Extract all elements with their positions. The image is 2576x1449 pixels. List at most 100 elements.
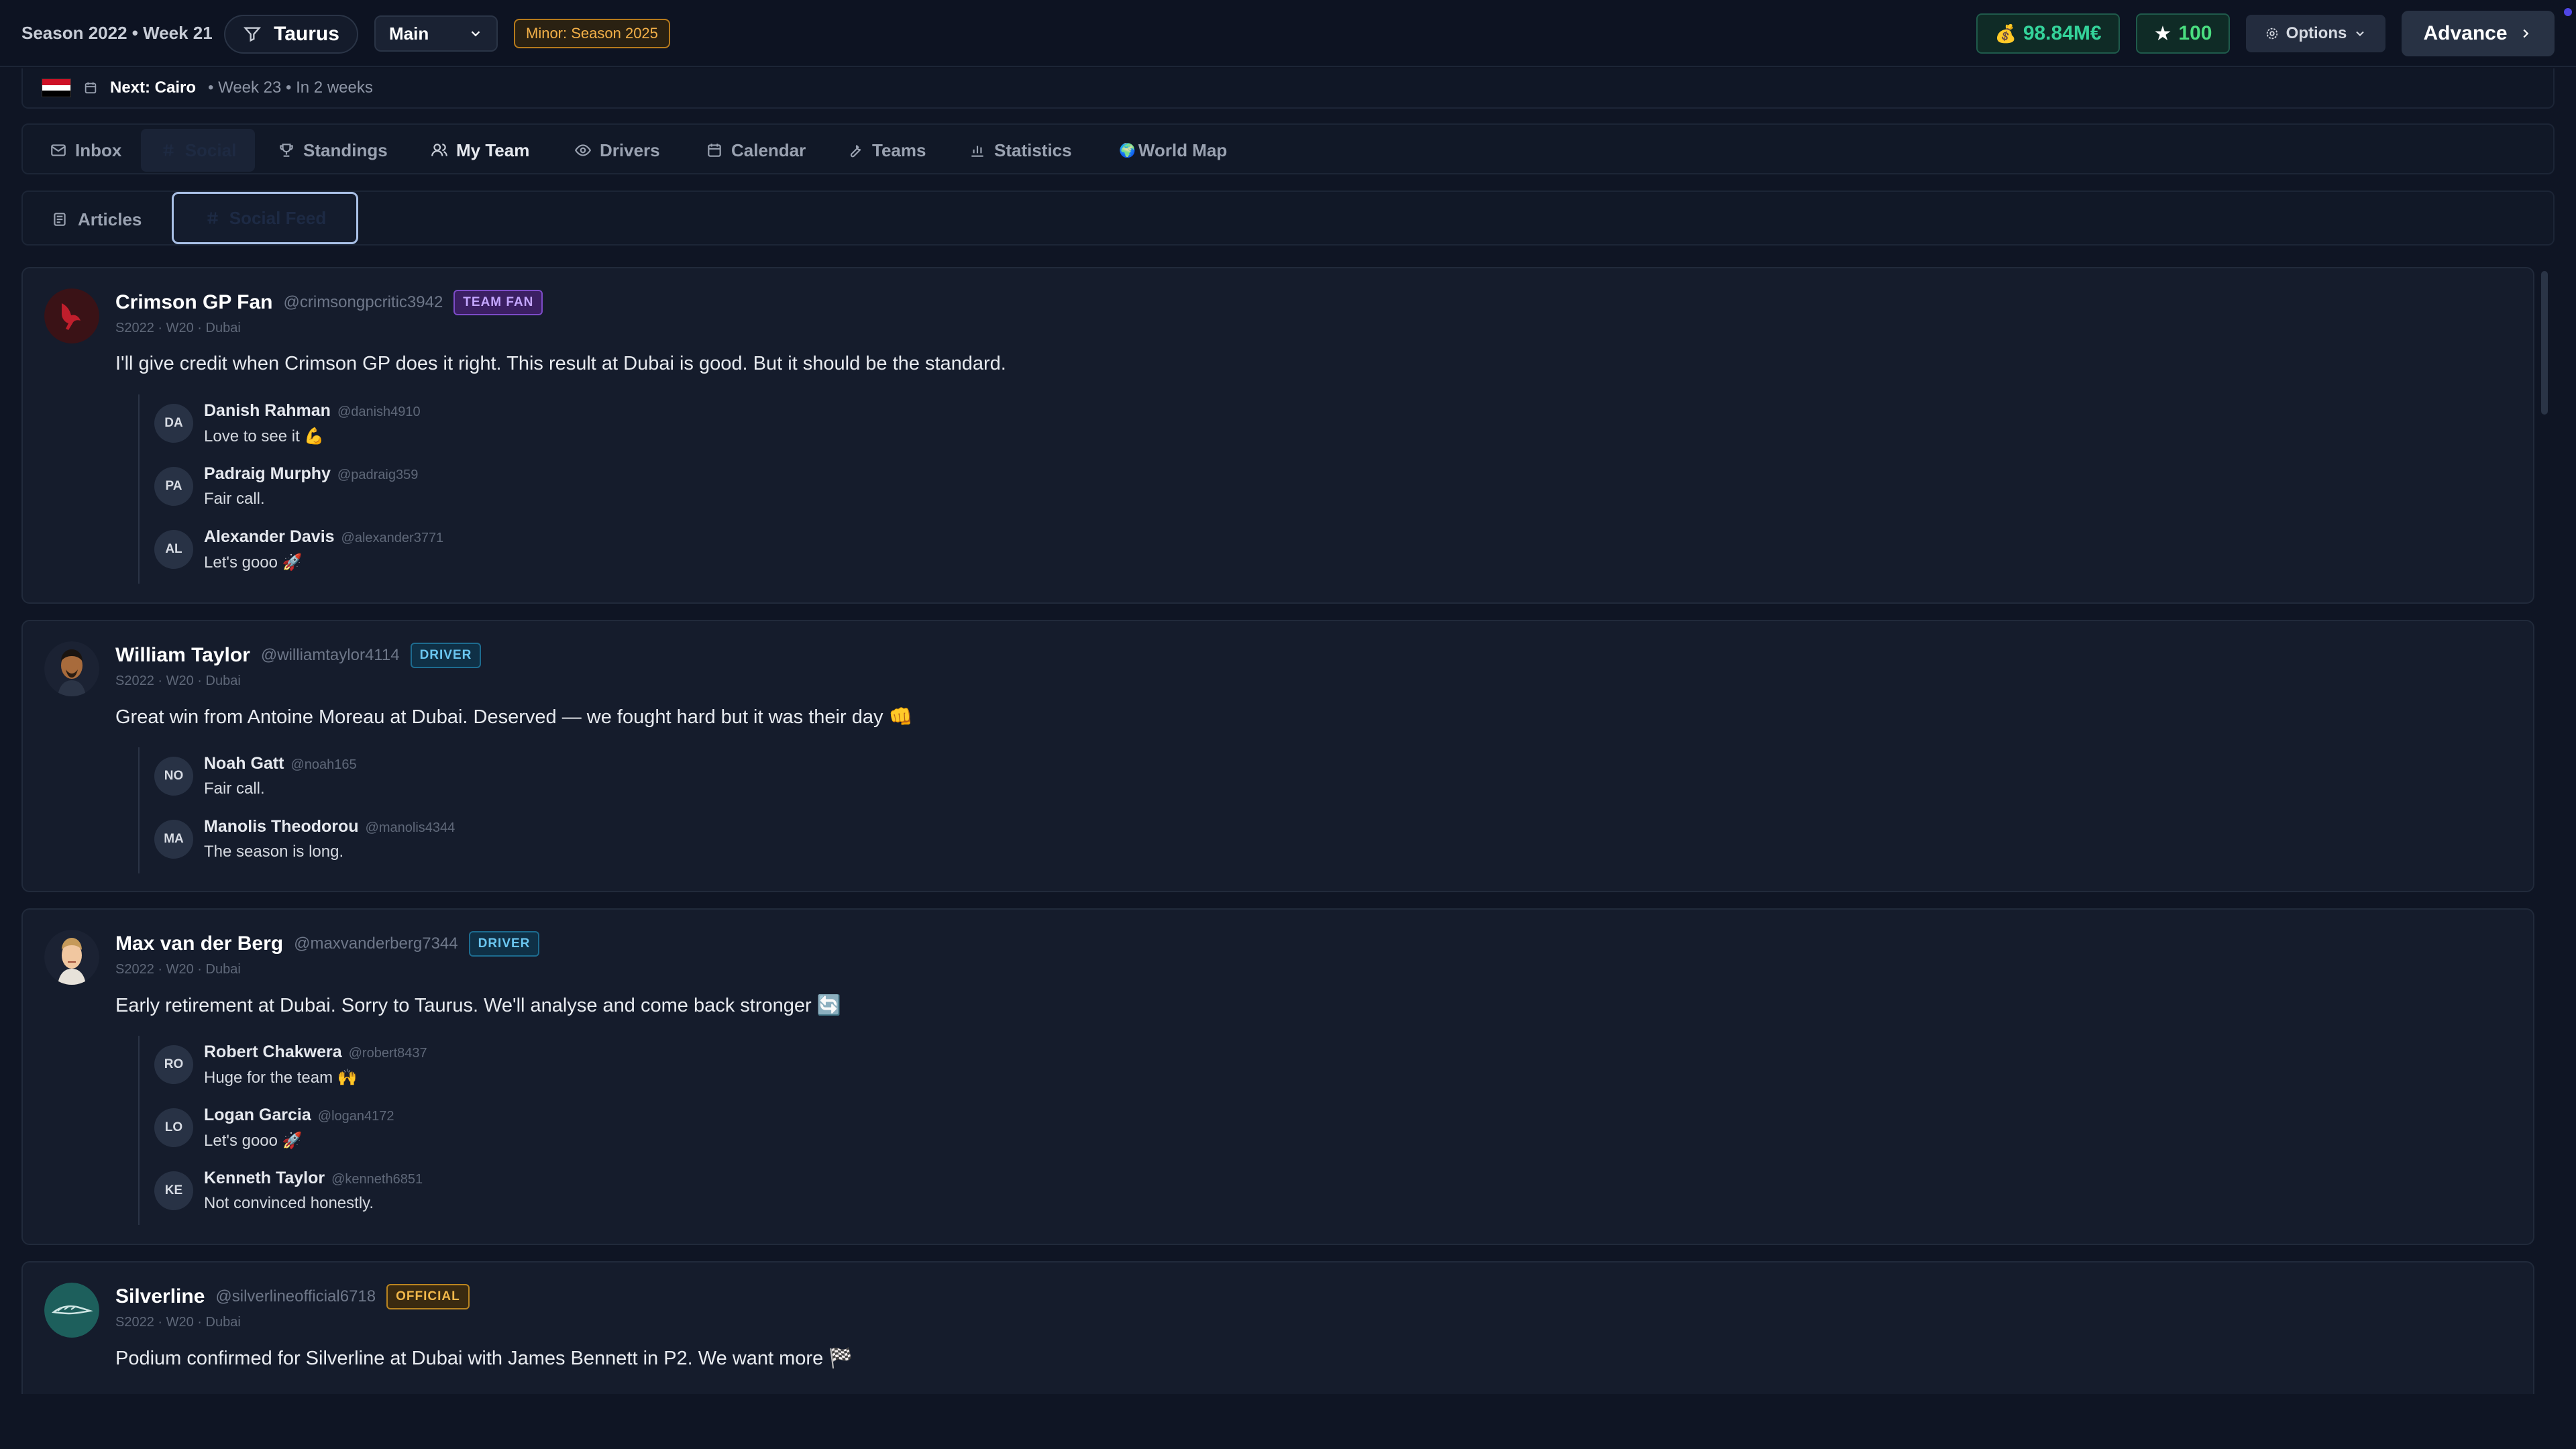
money-bag-icon: 💰: [1994, 23, 2017, 44]
post-header: Silverline @silverlineofficial6718 OFFIC…: [115, 1284, 470, 1309]
bar-chart-icon: [971, 146, 983, 157]
minor-season-badge: Minor: Season 2025: [514, 19, 670, 48]
tab-articles-label: Articles: [78, 209, 142, 229]
options-button[interactable]: Options: [2246, 15, 2385, 52]
nav-my-team-label: My Team: [456, 140, 530, 160]
avatar: LO: [154, 1108, 193, 1147]
main-nav: Inbox Social Standings My Team Drivers C…: [21, 123, 2555, 174]
reply-text: Not convinced honestly.: [204, 1194, 374, 1212]
nav-social[interactable]: Social: [141, 129, 255, 172]
reply-text: Fair call.: [204, 490, 265, 508]
reply-text: Fair call.: [204, 780, 265, 798]
calendar-icon: [708, 144, 721, 157]
chevron-down-icon: [2356, 31, 2365, 36]
nav-standings-label: Standings: [303, 140, 388, 160]
post-header: Max van der Berg @maxvanderberg7344 DRIV…: [115, 931, 540, 957]
nav-statistics-label: Statistics: [994, 140, 1072, 160]
star-icon: ★: [2153, 22, 2172, 45]
post-text: Great win from Antoine Moreau at Dubai. …: [115, 706, 913, 728]
nav-teams-label: Teams: [872, 140, 926, 160]
avatar: RO: [154, 1045, 193, 1084]
reply-text: Huge for the team 🙌: [204, 1069, 358, 1087]
tab-social-feed-label: Social Feed: [229, 207, 327, 228]
post-meta: S2022 · W20 · Dubai: [115, 321, 241, 335]
feed-post: William Taylor @williamtaylor4114 DRIVER…: [21, 620, 2534, 892]
reputation-value: 100: [2178, 22, 2212, 44]
nav-inbox-label: Inbox: [75, 140, 122, 160]
post-meta: S2022 · W20 · Dubai: [115, 674, 241, 688]
post-header: William Taylor @williamtaylor4114 DRIVER: [115, 643, 482, 668]
tab-articles[interactable]: Articles: [51, 203, 142, 236]
budget-display: 💰 98.84M€: [1976, 13, 2120, 54]
users-icon: [431, 144, 447, 156]
post-handle: @williamtaylor4114: [260, 646, 400, 664]
newspaper-icon: [54, 213, 66, 226]
post-handle: @maxvanderberg7344: [294, 934, 458, 953]
nav-calendar[interactable]: Calendar: [700, 129, 811, 172]
feed-post: Crimson GP Fan @crimsongpcritic3942 TEAM…: [21, 267, 2534, 604]
feed-scrollbar[interactable]: [2540, 267, 2549, 1394]
hash-icon: [163, 144, 174, 156]
options-label: Options: [2286, 24, 2347, 42]
team-fan-badge: TEAM FAN: [453, 290, 543, 315]
reply-author: Logan Garcia @logan4172: [204, 1106, 394, 1124]
nav-inbox[interactable]: Inbox: [44, 129, 127, 172]
post-author[interactable]: Crimson GP Fan: [115, 291, 273, 314]
season-week-label: Season 2022 • Week 21: [21, 23, 213, 43]
reply-author: Alexander Davis @alexander3771: [204, 527, 444, 546]
post-handle: @silverlineofficial6718: [215, 1287, 376, 1305]
post-text: Early retirement at Dubai. Sorry to Taur…: [115, 995, 841, 1016]
team-selector[interactable]: Taurus: [224, 15, 358, 54]
nav-statistics[interactable]: Statistics: [963, 129, 1077, 172]
nav-world-map[interactable]: 🌍 World Map: [1114, 129, 1232, 172]
nav-drivers[interactable]: Drivers: [569, 129, 665, 172]
post-author[interactable]: Max van der Berg: [115, 932, 283, 955]
avatar: MA: [154, 820, 193, 859]
top-bar: Season 2022 • Week 21 Taurus Main Minor:…: [0, 0, 2576, 67]
feed-subtabs: Articles Social Feed: [21, 191, 2555, 246]
next-race-label: Next: Cairo: [110, 78, 197, 97]
trophy-icon: [280, 144, 293, 157]
nav-my-team[interactable]: My Team: [425, 129, 535, 172]
nav-teams[interactable]: Teams: [841, 129, 931, 172]
gear-icon: [2266, 28, 2277, 40]
driver-portrait-icon: [44, 930, 99, 985]
reply-thread: DA Danish Rahman @danish4910 Love to see …: [138, 394, 443, 584]
filter-icon: [244, 27, 262, 42]
post-author[interactable]: Silverline: [115, 1285, 205, 1308]
tab-social-feed[interactable]: Social Feed: [172, 192, 358, 244]
advance-button[interactable]: Advance: [2402, 11, 2555, 56]
budget-value: 98.84M€: [2023, 22, 2102, 44]
reply-author: Padraig Murphy @padraig359: [204, 464, 419, 483]
nav-world-map-label: World Map: [1138, 140, 1228, 160]
mail-icon: [51, 144, 66, 156]
post-text: Podium confirmed for Silverline at Dubai…: [115, 1348, 853, 1369]
next-race-bar: Next: Cairo • Week 23 • In 2 weeks: [21, 68, 2555, 109]
nav-calendar-label: Calendar: [731, 140, 806, 160]
post-meta: S2022 · W20 · Dubai: [115, 1315, 241, 1330]
reply-text: The season is long.: [204, 843, 344, 861]
feed-post: Max van der Berg @maxvanderberg7344 DRIV…: [21, 908, 2534, 1245]
chevron-down-icon: [471, 31, 480, 37]
official-badge: OFFICIAL: [386, 1284, 470, 1309]
save-select[interactable]: Main: [374, 15, 498, 52]
reply-author: Robert Chakwera @robert8437: [204, 1042, 427, 1061]
save-select-value: Main: [389, 23, 429, 44]
feed-scrollbar-thumb[interactable]: [2541, 271, 2548, 415]
avatar: PA: [154, 467, 193, 506]
reply-text: Let's gooo 🚀: [204, 553, 303, 572]
avatar: DA: [154, 404, 193, 443]
hash-icon: [207, 212, 218, 224]
notification-dot: [2564, 8, 2572, 16]
wrench-icon: [850, 145, 861, 158]
feed-post: Silverline @silverlineofficial6718 OFFIC…: [21, 1261, 2534, 1394]
driver-portrait-icon: [44, 641, 99, 696]
post-author[interactable]: William Taylor: [115, 644, 250, 667]
chevron-right-icon: [2522, 29, 2528, 38]
nav-standings[interactable]: Standings: [272, 129, 393, 172]
nav-drivers-label: Drivers: [600, 140, 660, 160]
silverline-logo-icon: [44, 1283, 99, 1338]
avatar: AL: [154, 530, 193, 569]
reply-text: Love to see it 💪: [204, 427, 325, 445]
reply-thread: NO Noah Gatt @noah165 Fair call. MA Manol…: [138, 747, 455, 873]
